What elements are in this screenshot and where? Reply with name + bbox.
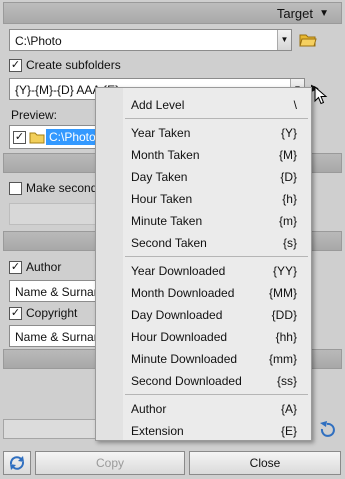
menu-item-label: Second Taken [131, 236, 207, 250]
menu-item[interactable]: Minute Downloaded {mm} [131, 349, 297, 369]
menu-gutter [96, 88, 123, 440]
menu-item-label: Year Taken [131, 126, 191, 140]
menu-item[interactable]: Hour Taken {h} [131, 189, 297, 209]
target-header[interactable]: Target ▼ [3, 2, 342, 24]
menu-item[interactable]: Extension {E} [131, 421, 297, 441]
menu-item[interactable]: Minute Taken {m} [131, 211, 297, 231]
copyright-label: Copyright [26, 306, 78, 320]
menu-item[interactable]: Second Taken {s} [131, 233, 297, 253]
browse-folder-icon[interactable] [298, 31, 318, 49]
preview-label: Preview: [11, 108, 58, 122]
author-input[interactable]: Name & Surnam [9, 280, 109, 302]
undo-icon[interactable] [318, 421, 336, 440]
make-second-checkbox[interactable] [9, 182, 22, 195]
close-button[interactable]: Close [189, 451, 341, 475]
menu-item-code: {ss} [276, 374, 297, 388]
dropdown-arrow-icon: ▼ [319, 8, 329, 19]
mouse-cursor-icon [314, 85, 328, 109]
folder-icon [29, 131, 45, 147]
menu-item[interactable]: Month Taken {M} [131, 145, 297, 165]
menu-item-code: {D} [280, 170, 297, 184]
preview-folder-name: C:\Photo [46, 129, 99, 145]
refresh-icon [8, 456, 26, 474]
menu-item-label: Extension [131, 424, 184, 438]
menu-item-label: Day Downloaded [131, 308, 223, 322]
menu-item-code: {m} [278, 214, 297, 228]
make-second-label: Make second [26, 181, 98, 195]
path-combobox[interactable]: C:\Photo ▼ [9, 29, 292, 51]
menu-item[interactable]: Day Taken {D} [131, 167, 297, 187]
copyright-checkbox[interactable]: ✓ [9, 307, 22, 320]
target-label: Target [276, 6, 313, 21]
menu-item[interactable]: Hour Downloaded {hh} [131, 327, 297, 347]
menu-separator [125, 256, 308, 257]
create-subfolders-checkbox[interactable]: ✓ [9, 59, 22, 72]
refresh-button[interactable] [3, 451, 31, 475]
menu-item[interactable]: Month Downloaded {MM} [131, 283, 297, 303]
menu-item[interactable]: Year Downloaded {YY} [131, 261, 297, 281]
menu-item-label: Add Level [131, 98, 185, 112]
menu-item-code: {mm} [268, 352, 297, 366]
menu-item-label: Month Taken [131, 148, 200, 162]
menu-item[interactable]: Author {A} [131, 399, 297, 419]
menu-item-code: {DD} [271, 308, 297, 322]
menu-separator [125, 394, 308, 395]
menu-item-label: Hour Downloaded [131, 330, 228, 344]
menu-item-code: {hh} [275, 330, 297, 344]
copyright-value: Name & Surnam [15, 330, 104, 344]
menu-item-code: {M} [278, 148, 297, 162]
menu-item-label: Minute Taken [131, 214, 203, 228]
second-path-field [9, 203, 99, 225]
menu-item[interactable]: Second Downloaded {ss} [131, 371, 297, 391]
menu-separator [125, 118, 308, 119]
menu-item-label: Author [131, 402, 167, 416]
path-value: C:\Photo [15, 34, 62, 48]
copy-button[interactable]: Copy [35, 451, 185, 475]
menu-item-code: \ [293, 98, 297, 112]
author-label: Author [26, 260, 62, 274]
menu-item-code: {E} [280, 424, 297, 438]
menu-item-code: {MM} [268, 286, 297, 300]
menu-item-label: Hour Taken [131, 192, 193, 206]
path-dropdown-button[interactable]: ▼ [277, 30, 291, 50]
create-subfolders-label: Create subfolders [26, 58, 121, 72]
menu-item-label: Second Downloaded [131, 374, 242, 388]
preview-tree[interactable]: ✓ C:\Photo [9, 125, 99, 149]
menu-item-label: Year Downloaded [131, 264, 226, 278]
menu-item-code: {YY} [272, 264, 297, 278]
menu-item-code: {A} [280, 402, 297, 416]
menu-item[interactable]: Add Level \ [131, 95, 297, 115]
menu-item-code: {h} [282, 192, 297, 206]
menu-item[interactable]: Day Downloaded {DD} [131, 305, 297, 325]
preview-checkbox[interactable]: ✓ [13, 131, 26, 144]
menu-item-label: Day Taken [131, 170, 188, 184]
menu-item-code: {s} [282, 236, 297, 250]
copyright-input[interactable]: Name & Surnam [9, 325, 109, 347]
menu-item-code: {Y} [280, 126, 297, 140]
menu-item-label: Minute Downloaded [131, 352, 238, 366]
author-value: Name & Surnam [15, 285, 104, 299]
author-checkbox[interactable]: ✓ [9, 261, 22, 274]
pattern-insert-menu: Add Level \ Year Taken {Y} Month Taken {M} Day… [95, 87, 312, 441]
menu-item[interactable]: Year Taken {Y} [131, 123, 297, 143]
menu-item-label: Month Downloaded [131, 286, 235, 300]
